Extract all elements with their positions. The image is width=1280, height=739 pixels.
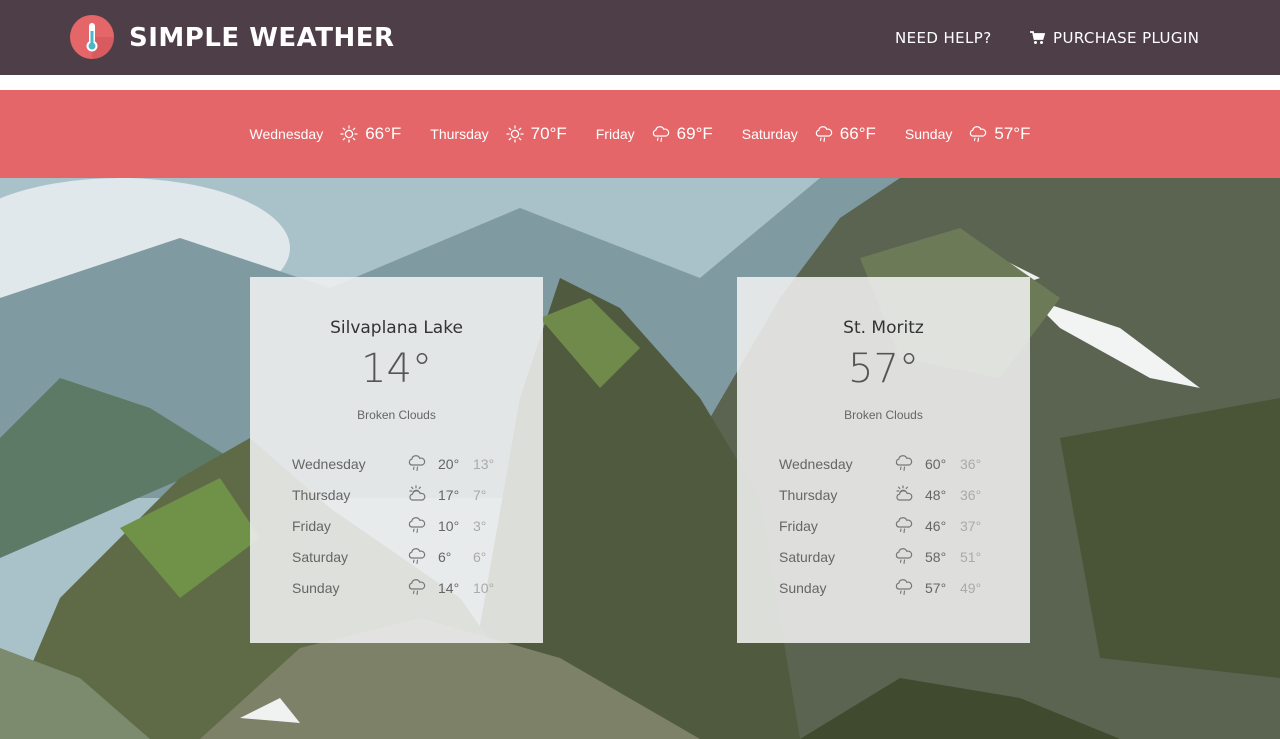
strip-day-sunday: Sunday 57°F — [905, 124, 1031, 144]
forecast-high-temp: 20° — [438, 456, 460, 472]
strip-day-name: Wednesday — [249, 126, 324, 142]
forecast-row: Friday 10° 3° — [292, 514, 507, 545]
forecast-high-temp: 60° — [925, 456, 947, 472]
rain-cloud-icon — [408, 455, 426, 472]
forecast-high-temp: 46° — [925, 518, 947, 534]
forecast-high-temp: 6° — [438, 549, 452, 565]
strip-day-wednesday: Wednesday 66°F — [250, 124, 402, 144]
site-header: SIMPLE WEATHER NEED HELP? PURCHASE PLUGI… — [0, 0, 1280, 75]
forecast-high-temp: 10° — [438, 518, 460, 534]
forecast-row: Sunday 14° 10° — [292, 576, 507, 607]
rain-cloud-icon — [895, 455, 913, 472]
card-forecast-list: Wednesday 20° 13° Thursday 17° 7° Friday 10° 3° S… — [292, 452, 507, 607]
forecast-row: Friday 46° 37° — [779, 514, 994, 545]
strip-day-name: Saturday — [741, 126, 798, 142]
forecast-day-name: Thursday — [779, 487, 838, 503]
partly-cloudy-icon — [896, 485, 913, 501]
card-city-name: Silvaplana Lake — [330, 318, 463, 338]
forecast-low-temp: 36° — [960, 456, 982, 472]
sun-icon — [506, 125, 524, 143]
rain-cloud-icon — [408, 548, 426, 565]
thermometer-logo-icon[interactable] — [70, 15, 114, 59]
partly-cloudy-icon — [409, 485, 426, 501]
forecast-day-name: Friday — [779, 518, 818, 534]
forecast-low-temp: 51° — [960, 549, 982, 565]
forecast-low-temp: 36° — [960, 487, 982, 503]
forecast-day-name: Saturday — [779, 549, 836, 565]
strip-day-saturday: Saturday 66°F — [742, 124, 876, 144]
forecast-low-temp: 7° — [473, 487, 487, 503]
rain-cloud-icon — [895, 548, 913, 565]
forecast-low-temp: 49° — [960, 580, 982, 596]
weather-card-silvaplana: Silvaplana Lake 14° Broken Clouds Wednes… — [250, 277, 543, 643]
forecast-low-temp: 3° — [473, 518, 487, 534]
forecast-low-temp: 6° — [473, 549, 487, 565]
card-current-temp: 57° — [848, 346, 919, 392]
forecast-day-name: Saturday — [292, 549, 349, 565]
strip-day-name: Thursday — [430, 126, 489, 142]
rain-cloud-icon — [895, 517, 913, 534]
need-help-link[interactable]: NEED HELP? — [895, 28, 992, 48]
forecast-row: Wednesday 60° 36° — [779, 452, 994, 483]
mountain-background-image — [0, 178, 1280, 739]
rain-cloud-icon — [652, 126, 669, 143]
strip-day-temp: 69°F — [676, 124, 713, 143]
weather-card-st-moritz: St. Moritz 57° Broken Clouds Wednesday 60… — [737, 277, 1030, 643]
strip-day-name: Friday — [595, 126, 635, 142]
forecast-low-temp: 37° — [960, 518, 982, 534]
forecast-high-temp: 14° — [438, 580, 460, 596]
rain-cloud-icon — [970, 126, 987, 143]
forecast-row: Wednesday 20° 13° — [292, 452, 507, 483]
strip-day-temp: 66°F — [839, 124, 876, 143]
forecast-strip-days: Wednesday 66°F Thursday 70°F Friday 69°F Satur… — [0, 90, 1280, 178]
forecast-strip: Wednesday 66°F Thursday 70°F Friday 69°F Satur… — [0, 90, 1280, 178]
sun-icon — [340, 125, 358, 143]
forecast-row: Thursday 17° 7° — [292, 483, 507, 514]
forecast-day-name: Wednesday — [779, 456, 853, 472]
forecast-day-name: Sunday — [292, 580, 340, 596]
forecast-high-temp: 48° — [925, 487, 947, 503]
rain-cloud-icon — [408, 517, 426, 534]
forecast-low-temp: 10° — [473, 580, 495, 596]
strip-day-friday: Friday 69°F — [596, 124, 713, 144]
forecast-day-name: Thursday — [292, 487, 351, 503]
forecast-low-temp: 13° — [473, 456, 495, 472]
strip-day-temp: 57°F — [994, 124, 1031, 143]
forecast-day-name: Sunday — [779, 580, 827, 596]
rain-cloud-icon — [815, 126, 833, 143]
strip-day-temp: 66°F — [365, 124, 402, 143]
forecast-high-temp: 58° — [925, 549, 947, 565]
purchase-plugin-link[interactable]: PURCHASE PLUGIN — [1030, 28, 1199, 48]
strip-day-temp: 70°F — [530, 124, 567, 143]
forecast-row: Sunday 57° 49° — [779, 576, 994, 607]
card-condition: Broken Clouds — [357, 408, 436, 422]
strip-day-name: Sunday — [904, 126, 953, 142]
forecast-day-name: Friday — [292, 518, 331, 534]
card-forecast-list: Wednesday 60° 36° Thursday 48° 36° Friday 46° 37… — [779, 452, 994, 607]
card-city-name: St. Moritz — [843, 318, 924, 338]
card-condition: Broken Clouds — [844, 408, 923, 422]
brand-title[interactable]: SIMPLE WEATHER — [129, 22, 395, 54]
forecast-row: Saturday 58° 51° — [779, 545, 994, 576]
forecast-row: Thursday 48° 36° — [779, 483, 994, 514]
forecast-high-temp: 57° — [925, 580, 947, 596]
mountain-illustration — [0, 178, 1280, 739]
forecast-high-temp: 17° — [438, 487, 460, 503]
rain-cloud-icon — [408, 579, 426, 596]
strip-day-thursday: Thursday 70°F — [430, 124, 566, 144]
forecast-row: Saturday 6° 6° — [292, 545, 507, 576]
purchase-plugin-label: PURCHASE PLUGIN — [1053, 29, 1200, 47]
forecast-day-name: Wednesday — [292, 456, 366, 472]
cart-icon — [1030, 31, 1045, 44]
card-current-temp: 14° — [361, 346, 432, 392]
rain-cloud-icon — [895, 579, 913, 596]
